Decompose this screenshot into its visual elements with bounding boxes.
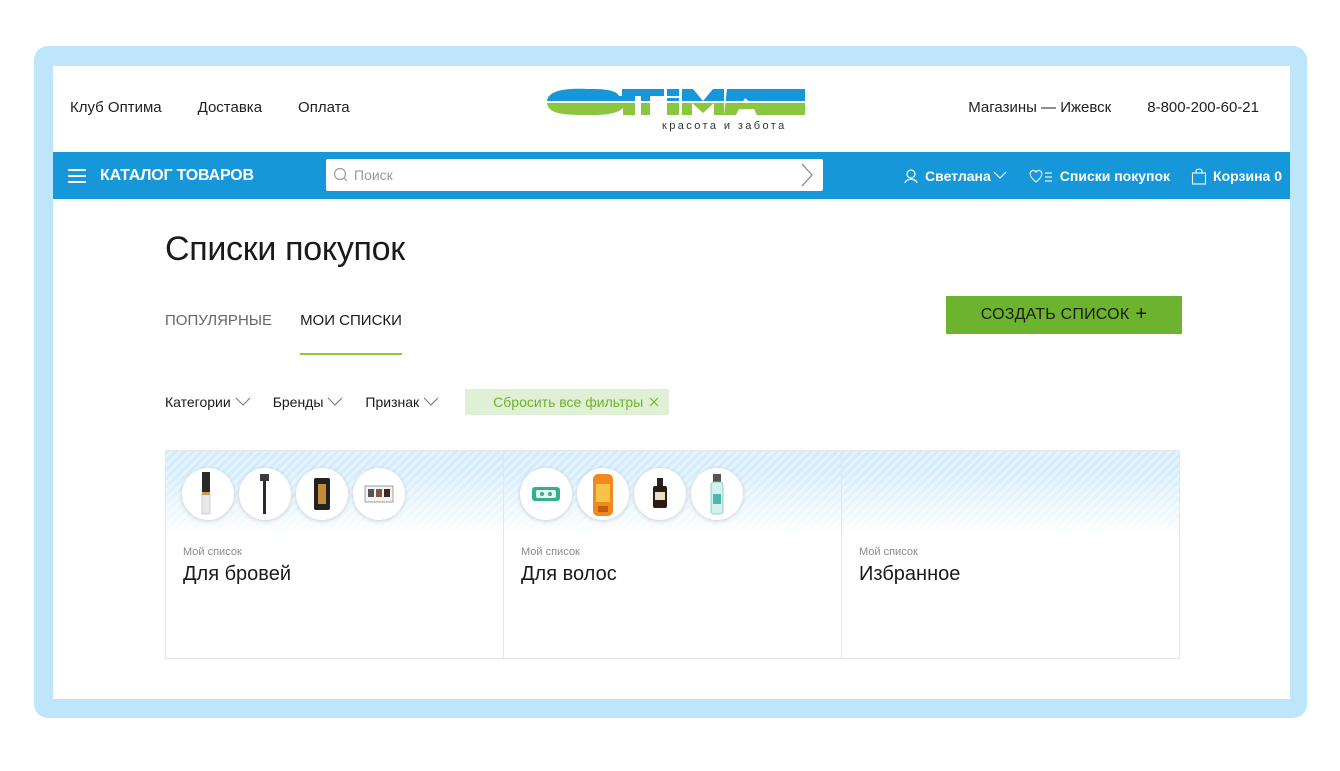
brow-pencil-icon (182, 468, 234, 520)
menu-icon (68, 169, 86, 183)
heart-list-icon (1029, 169, 1052, 183)
filter-categories[interactable]: Категории (165, 394, 251, 410)
top-right-info: Магазины — Ижевск 8-800-200-60-21 (968, 99, 1259, 116)
shopping-lists-label: Списки покупок (1059, 167, 1171, 184)
top-header: Клуб Оптима Доставка Оплата красота и за… (53, 66, 1290, 152)
stores-link[interactable]: Магазины — Ижевск (968, 99, 1111, 116)
filter-brands-label: Бренды (272, 394, 324, 410)
brow-brush-icon (239, 468, 291, 520)
catalog-label: КАТАЛОГ ТОВАРОВ (100, 166, 254, 184)
chevron-right-icon[interactable] (795, 162, 817, 188)
browser-viewport: Клуб Оптима Доставка Оплата красота и за… (53, 66, 1290, 699)
tab-my-lists[interactable]: МОИ СПИСКИ (300, 312, 402, 355)
catalog-button[interactable]: КАТАЛОГ ТОВАРОВ (68, 152, 254, 199)
chevron-down-icon (993, 171, 1007, 179)
list-card-title: Избранное (859, 563, 961, 585)
list-card-title: Для волос (521, 563, 617, 585)
nav-right-group: Светлана Списки покупок Корзина 0 (903, 152, 1282, 199)
link-payment[interactable]: Оплата (298, 99, 350, 116)
search-box[interactable] (326, 159, 823, 191)
filter-categories-label: Категории (165, 394, 231, 410)
optima-logo-icon (547, 88, 805, 116)
link-delivery[interactable]: Доставка (198, 99, 262, 116)
filter-bar: Категории Бренды Признак Сбросить все фи… (165, 389, 670, 415)
cart-link[interactable]: Корзина 0 (1191, 167, 1282, 185)
brow-palette-icon (353, 468, 405, 520)
list-card-subtitle: Мой список (859, 546, 918, 558)
list-card-subtitle: Мой список (183, 546, 242, 558)
list-card[interactable]: Мой список Избранное (842, 451, 1179, 658)
shopping-list-cards: Мой список Для бровей Мой список Для вол… (165, 450, 1180, 659)
top-links: Клуб Оптима Доставка Оплата (70, 99, 350, 116)
product-thumbnails (182, 468, 405, 520)
hair-oil-icon (634, 468, 686, 520)
list-tabs: ПОПУЛЯРНЫЕ МОИ СПИСКИ (165, 312, 402, 355)
cart-label: Корзина 0 (1213, 167, 1282, 184)
chevron-down-icon (235, 397, 251, 406)
hair-spray-icon (691, 468, 743, 520)
link-club[interactable]: Клуб Оптима (70, 99, 162, 116)
chevron-down-icon (328, 397, 343, 406)
tab-popular[interactable]: ПОПУЛЯРНЫЕ (165, 312, 272, 355)
user-icon (904, 168, 918, 183)
create-list-label: СОЗДАТЬ СПИСОК (980, 306, 1130, 323)
plus-icon: + (1135, 303, 1148, 325)
page-title: Списки покупок (165, 230, 405, 268)
logo-tagline: красота и забота (662, 120, 787, 132)
user-menu[interactable]: Светлана (903, 168, 1007, 184)
logo[interactable]: красота и забота (543, 82, 807, 138)
list-card-title: Для бровей (183, 563, 291, 585)
search-icon (333, 167, 348, 182)
chevron-down-icon (423, 397, 439, 406)
create-list-button[interactable]: СОЗДАТЬ СПИСОК + (946, 296, 1182, 334)
filter-attribute[interactable]: Признак (365, 394, 439, 410)
reset-filters-label: Сбросить все фильтры (493, 394, 644, 410)
list-card[interactable]: Мой список Для бровей (166, 451, 504, 658)
user-name: Светлана (925, 167, 991, 184)
main-navbar: КАТАЛОГ ТОВАРОВ Светлана (53, 152, 1290, 199)
shampoo-bottle-icon (577, 468, 629, 520)
search-input[interactable] (350, 160, 795, 190)
shopping-bag-icon (1191, 168, 1207, 185)
close-icon (649, 397, 659, 407)
hair-clips-icon (520, 468, 572, 520)
product-thumbnails (520, 468, 743, 520)
list-card-subtitle: Мой список (521, 546, 580, 558)
list-card[interactable]: Мой список Для волос (504, 451, 842, 658)
brow-cream-icon (296, 468, 348, 520)
reset-filters-button[interactable]: Сбросить все фильтры (465, 389, 670, 415)
shopping-lists-link[interactable]: Списки покупок (1028, 168, 1170, 184)
filter-brands[interactable]: Бренды (273, 394, 344, 410)
filter-attribute-label: Признак (365, 394, 420, 410)
phone-number[interactable]: 8-800-200-60-21 (1147, 99, 1259, 116)
